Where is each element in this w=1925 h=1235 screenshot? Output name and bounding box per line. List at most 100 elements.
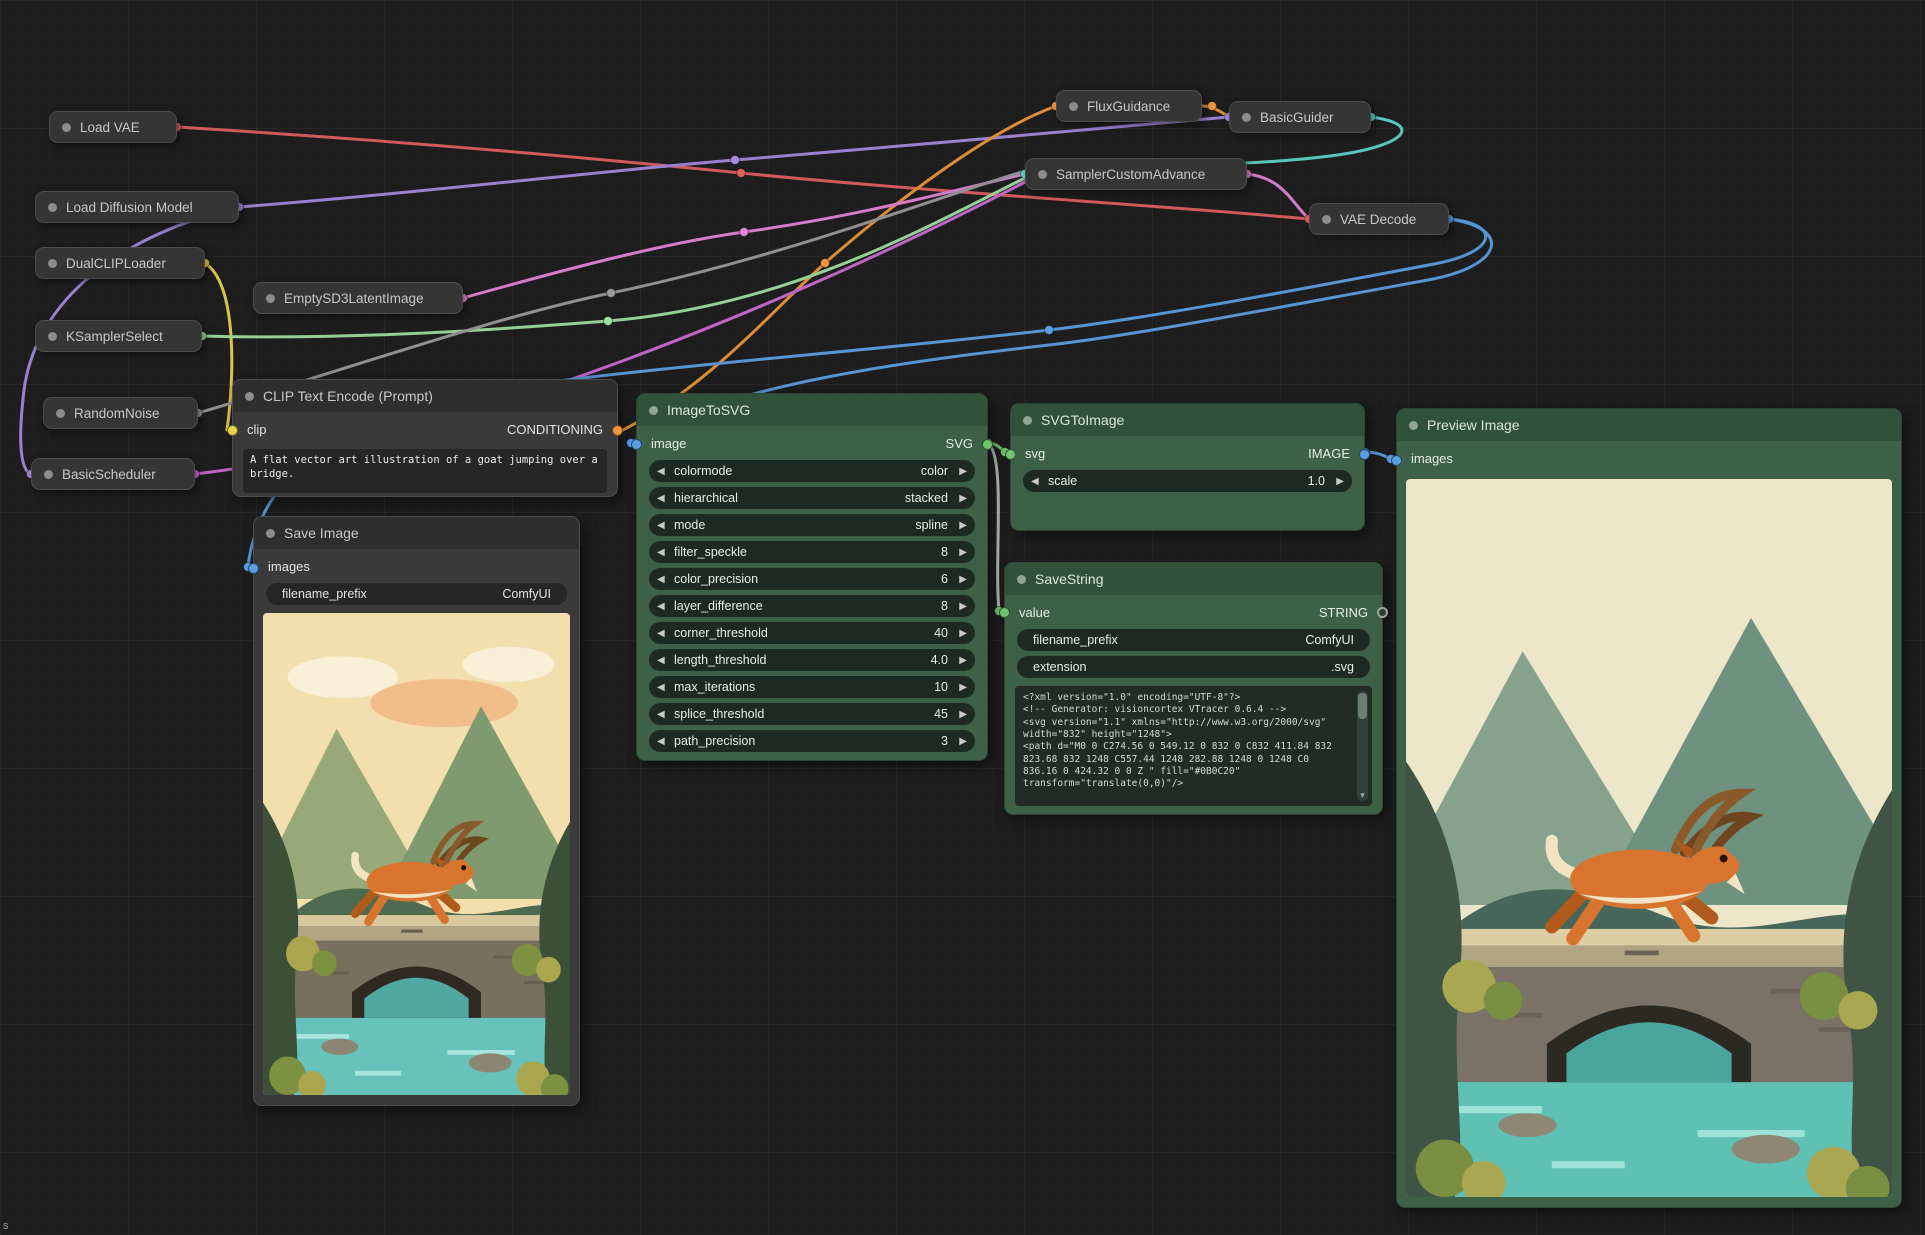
increment-arrow-icon[interactable]: ▶ bbox=[952, 547, 967, 558]
output-port-conditioning[interactable] bbox=[612, 425, 623, 436]
increment-arrow-icon[interactable]: ▶ bbox=[952, 736, 967, 747]
decrement-arrow-icon[interactable]: ◀ bbox=[657, 547, 672, 558]
comfyui-canvas[interactable]: { "canvas": {"corner_label": "s"}, "coll… bbox=[0, 0, 1925, 1235]
input-port-clip[interactable] bbox=[227, 425, 238, 436]
node-randomnoise[interactable]: RandomNoise bbox=[43, 397, 198, 429]
node-clip-text-encode[interactable]: CLIP Text Encode (Prompt) clip CONDITION… bbox=[232, 379, 618, 497]
increment-arrow-icon[interactable]: ▶ bbox=[952, 520, 967, 531]
collapse-dot[interactable] bbox=[48, 203, 57, 212]
collapse-dot[interactable] bbox=[1069, 102, 1078, 111]
widget-hierarchical[interactable]: ◀ hierarchical stacked ▶ bbox=[649, 487, 975, 509]
node-header[interactable]: Preview Image bbox=[1397, 409, 1901, 441]
collapse-dot[interactable] bbox=[1017, 575, 1026, 584]
node-header[interactable]: SaveString bbox=[1005, 563, 1382, 595]
input-port-images[interactable] bbox=[1391, 455, 1402, 466]
node-header[interactable]: CLIP Text Encode (Prompt) bbox=[233, 380, 617, 412]
output-port-image[interactable] bbox=[1359, 449, 1370, 460]
widget-splice-threshold[interactable]: ◀ splice_threshold 45 ▶ bbox=[649, 703, 975, 725]
input-label-images: images bbox=[268, 559, 310, 574]
decrement-arrow-icon[interactable]: ◀ bbox=[657, 736, 672, 747]
node-title: ImageToSVG bbox=[667, 402, 750, 418]
collapse-dot[interactable] bbox=[1409, 421, 1418, 430]
decrement-arrow-icon[interactable]: ◀ bbox=[657, 520, 672, 531]
svg-source-box[interactable]: <?xml version="1.0" encoding="UTF-8"?> <… bbox=[1015, 686, 1372, 806]
collapse-dot[interactable] bbox=[1322, 215, 1331, 224]
widget-filename-prefix[interactable]: filename_prefix ComfyUI bbox=[266, 583, 567, 605]
widget-mode[interactable]: ◀ mode spline ▶ bbox=[649, 514, 975, 536]
scrollbar-thumb[interactable] bbox=[1358, 693, 1367, 719]
node-ksamplerselect[interactable]: KSamplerSelect bbox=[35, 320, 202, 352]
widget-filter-speckle[interactable]: ◀ filter_speckle 8 ▶ bbox=[649, 541, 975, 563]
node-imagetosvg[interactable]: ImageToSVG image SVG ◀ colormode color ▶… bbox=[636, 393, 988, 761]
decrement-arrow-icon[interactable]: ◀ bbox=[657, 682, 672, 693]
node-title: SVGToImage bbox=[1041, 412, 1124, 428]
decrement-arrow-icon[interactable]: ◀ bbox=[657, 601, 672, 612]
widget-filename-prefix[interactable]: filename_prefix ComfyUI bbox=[1017, 629, 1370, 651]
input-port-images[interactable] bbox=[248, 563, 259, 574]
collapse-dot[interactable] bbox=[1038, 170, 1047, 179]
output-port-string[interactable] bbox=[1377, 607, 1388, 618]
decrement-arrow-icon[interactable]: ◀ bbox=[657, 493, 672, 504]
node-basicscheduler[interactable]: BasicScheduler bbox=[31, 458, 195, 490]
decrement-arrow-icon[interactable]: ◀ bbox=[657, 709, 672, 720]
input-port-value[interactable] bbox=[999, 607, 1010, 618]
node-basicguider[interactable]: BasicGuider bbox=[1229, 101, 1371, 133]
prompt-textarea[interactable]: A flat vector art illustration of a goat… bbox=[243, 449, 607, 493]
node-dualcliploader[interactable]: DualCLIPLoader bbox=[35, 247, 205, 279]
node-preview-image[interactable]: Preview Image images bbox=[1396, 408, 1902, 1208]
collapse-dot[interactable] bbox=[48, 332, 57, 341]
increment-arrow-icon[interactable]: ▶ bbox=[952, 682, 967, 693]
widget-max-iterations[interactable]: ◀ max_iterations 10 ▶ bbox=[649, 676, 975, 698]
node-emptysd3latentimage[interactable]: EmptySD3LatentImage bbox=[253, 282, 463, 314]
widget-color-precision[interactable]: ◀ color_precision 6 ▶ bbox=[649, 568, 975, 590]
collapse-dot[interactable] bbox=[266, 294, 275, 303]
input-label-image: image bbox=[651, 436, 686, 451]
widget-colormode[interactable]: ◀ colormode color ▶ bbox=[649, 460, 975, 482]
increment-arrow-icon[interactable]: ▶ bbox=[952, 628, 967, 639]
node-save-image[interactable]: Save Image images filename_prefix ComfyU… bbox=[253, 516, 580, 1106]
output-port-svg[interactable] bbox=[982, 439, 993, 450]
node-header[interactable]: ImageToSVG bbox=[637, 394, 987, 426]
widget-scale[interactable]: ◀ scale 1.0 ▶ bbox=[1023, 470, 1352, 492]
widget-extension[interactable]: extension .svg bbox=[1017, 656, 1370, 678]
node-load-diffusion-model[interactable]: Load Diffusion Model bbox=[35, 191, 239, 223]
node-samplercustomadvance[interactable]: SamplerCustomAdvance bbox=[1025, 158, 1247, 190]
collapse-dot[interactable] bbox=[48, 259, 57, 268]
collapse-dot[interactable] bbox=[266, 529, 275, 538]
collapse-dot[interactable] bbox=[649, 406, 658, 415]
input-port-image[interactable] bbox=[631, 439, 642, 450]
collapse-dot[interactable] bbox=[44, 470, 53, 479]
widget-path-precision[interactable]: ◀ path_precision 3 ▶ bbox=[649, 730, 975, 752]
decrement-arrow-icon[interactable]: ◀ bbox=[1031, 476, 1046, 487]
increment-arrow-icon[interactable]: ▶ bbox=[952, 466, 967, 477]
collapse-dot[interactable] bbox=[1023, 416, 1032, 425]
increment-arrow-icon[interactable]: ▶ bbox=[952, 574, 967, 585]
increment-arrow-icon[interactable]: ▶ bbox=[952, 601, 967, 612]
node-svgtoimage[interactable]: SVGToImage svg IMAGE ◀ scale 1.0 ▶ bbox=[1010, 403, 1365, 531]
scroll-down-arrow-icon[interactable]: ▾ bbox=[1357, 789, 1368, 801]
saved-image-preview bbox=[263, 613, 570, 1095]
decrement-arrow-icon[interactable]: ◀ bbox=[657, 628, 672, 639]
increment-arrow-icon[interactable]: ▶ bbox=[952, 493, 967, 504]
collapse-dot[interactable] bbox=[56, 409, 65, 418]
scrollbar[interactable]: ▾ bbox=[1357, 691, 1368, 801]
increment-arrow-icon[interactable]: ▶ bbox=[952, 655, 967, 666]
node-header[interactable]: SVGToImage bbox=[1011, 404, 1364, 436]
increment-arrow-icon[interactable]: ▶ bbox=[952, 709, 967, 720]
collapse-dot[interactable] bbox=[62, 123, 71, 132]
node-vae-decode[interactable]: VAE Decode bbox=[1309, 203, 1449, 235]
decrement-arrow-icon[interactable]: ◀ bbox=[657, 466, 672, 477]
decrement-arrow-icon[interactable]: ◀ bbox=[657, 574, 672, 585]
widget-layer-difference[interactable]: ◀ layer_difference 8 ▶ bbox=[649, 595, 975, 617]
node-savestring[interactable]: SaveString value STRING filename_prefix … bbox=[1004, 562, 1383, 815]
node-fluxguidance[interactable]: FluxGuidance bbox=[1056, 90, 1202, 122]
decrement-arrow-icon[interactable]: ◀ bbox=[657, 655, 672, 666]
collapse-dot[interactable] bbox=[245, 392, 254, 401]
widget-corner-threshold[interactable]: ◀ corner_threshold 40 ▶ bbox=[649, 622, 975, 644]
node-load-vae[interactable]: Load VAE bbox=[49, 111, 177, 143]
input-port-svg[interactable] bbox=[1005, 449, 1016, 460]
collapse-dot[interactable] bbox=[1242, 113, 1251, 122]
node-header[interactable]: Save Image bbox=[254, 517, 579, 549]
widget-length-threshold[interactable]: ◀ length_threshold 4.0 ▶ bbox=[649, 649, 975, 671]
increment-arrow-icon[interactable]: ▶ bbox=[1329, 476, 1344, 487]
